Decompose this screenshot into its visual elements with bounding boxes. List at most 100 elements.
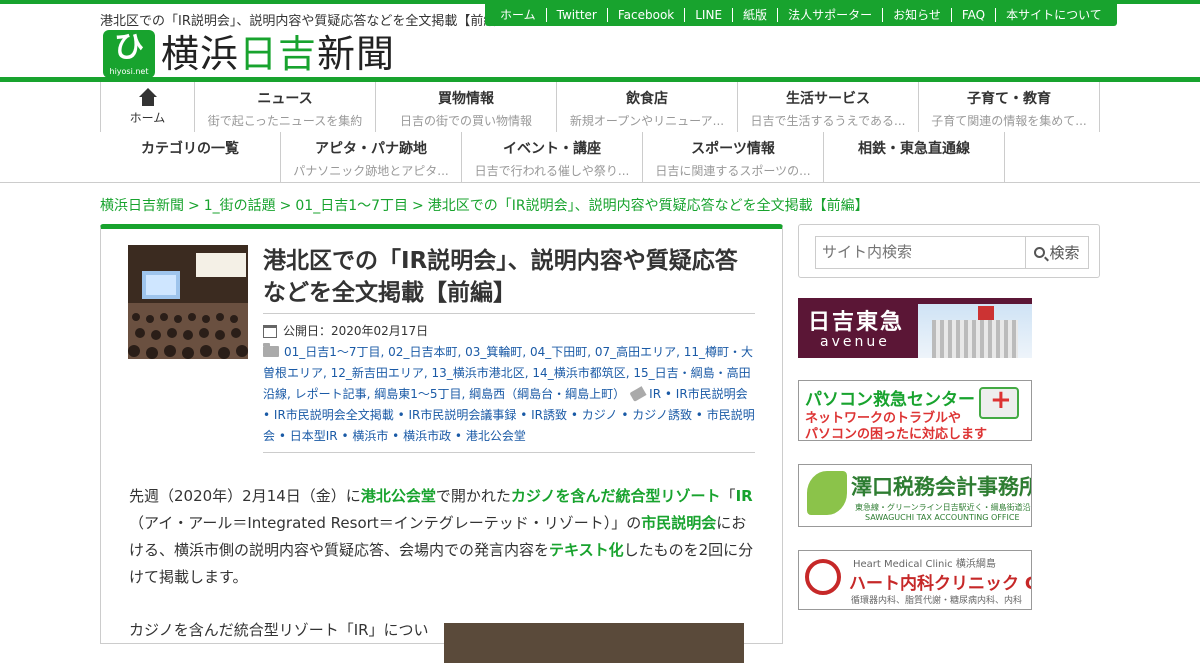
topnav-line[interactable]: LINE <box>685 8 734 22</box>
banner-hiyoshi-tokyu-avenue[interactable]: 日吉東急 avenue <box>798 298 1032 358</box>
logo-text: 横浜日吉新聞 <box>161 30 395 78</box>
article-title: 港北区での「IR説明会」、説明内容や質疑応答などを全文掲載【前編】 <box>263 245 755 314</box>
nav-item-home[interactable]: ホーム <box>100 82 195 132</box>
computer-first-aid-icon <box>979 385 1019 419</box>
article-taxonomy: 01_日吉1～7丁目, 02_日吉本町, 03_箕輪町, 04_下田町, 07_… <box>263 343 755 443</box>
nav-item-title: カテゴリの一覧 <box>141 141 239 157</box>
leaf-logo-icon <box>807 471 847 515</box>
logo-mark: ひ hiyosi.net <box>103 30 155 78</box>
logo-text-part2: 日吉 <box>239 32 318 76</box>
search-button[interactable]: 検索 <box>1025 236 1089 269</box>
article: 港北区での「IR説明会」、説明内容や質疑応答などを全文掲載【前編】 公開日：20… <box>100 224 783 663</box>
topnav-about[interactable]: 本サイトについて <box>996 8 1112 22</box>
site-header: 港北区での「IR説明会」、説明内容や質疑応答などを全文掲載【前編】 ホーム Tw… <box>0 0 1200 80</box>
nav-item-sub: 子育て関連の情報を集めて... <box>931 114 1087 128</box>
logo-text-part1: 横浜 <box>161 32 240 76</box>
breadcrumb-separator: > <box>188 198 200 214</box>
topnav-twitter[interactable]: Twitter <box>547 8 608 22</box>
banner-text: Heart Medical Clinic 横浜綱島 <box>853 559 996 570</box>
banner-sawaguchi-tax-office[interactable]: 澤口税務会計事務所 東急線・グリーンライン日吉駅近く・綱島街道沿い SAWAGU… <box>798 464 1032 527</box>
nav-item-news[interactable]: ニュース 街で起こったニュースを集約 <box>195 82 376 132</box>
article-meta: 公開日：2020年02月17日 01_日吉1～7丁目, 02_日吉本町, 03_… <box>263 321 755 453</box>
nav-item-sub: 新規オープンやリニューア... <box>569 114 725 128</box>
topnav-faq[interactable]: FAQ <box>952 8 997 22</box>
tag-link[interactable]: 港北公会堂 <box>466 429 526 443</box>
calendar-icon <box>263 325 277 338</box>
tag-link[interactable]: 日本型IR <box>290 429 338 443</box>
building-image <box>918 304 1032 358</box>
highlight-text: テキスト化 <box>549 541 624 559</box>
tag-link[interactable]: IR市民説明会議事録 <box>409 408 517 422</box>
nav-item-life-services[interactable]: 生活サービス 日吉で生活するうえである... <box>738 82 919 132</box>
nav-item-title: イベント・講座 <box>503 141 601 157</box>
tag-icon <box>629 386 647 402</box>
banner-text: avenue <box>820 334 890 350</box>
search-input[interactable] <box>815 236 1025 269</box>
site-tagline: 港北区での「IR説明会」、説明内容や質疑応答などを全文掲載【前編】 <box>100 14 495 29</box>
breadcrumb-current: 港北区での「IR説明会」、説明内容や質疑応答などを全文掲載【前編】 <box>427 198 869 214</box>
publish-date-text: 公開日：2020年02月17日 <box>283 324 429 338</box>
article-paragraph: 先週（2020年）2月14日（金）に港北公会堂で開かれたカジノを含んだ統合型リゾ… <box>129 487 754 586</box>
nav-item-title: スポーツ情報 <box>691 141 775 157</box>
banner-text: ハート内科クリニック GeN <box>849 574 1031 594</box>
nav-item-title: 生活サービス <box>786 91 870 107</box>
banner-text: 澤口税務会計事務所 <box>851 475 1032 499</box>
nav-item-restaurants[interactable]: 飲食店 新規オープンやリニューア... <box>557 82 738 132</box>
nav-item-home-label: ホーム <box>129 111 166 125</box>
topnav-corporate-supporter[interactable]: 法人サポーター <box>778 8 884 22</box>
breadcrumb-home[interactable]: 横浜日吉新聞 <box>100 198 184 214</box>
tag-link[interactable]: 横浜市政 <box>403 429 451 443</box>
highlight-text: カジノを含んだ統合型リゾート <box>510 487 721 505</box>
breadcrumb-category[interactable]: 1_街の話題 <box>204 198 276 214</box>
tag-link[interactable]: IR市民説明会 <box>676 387 748 401</box>
tag-link[interactable]: カジノ <box>582 408 618 422</box>
main-nav: ホーム ニュース 街で起こったニュースを集約 買物情報 日吉の街での買い物情報 … <box>0 82 1200 183</box>
nav-item-shopping[interactable]: 買物情報 日吉の街での買い物情報 <box>376 82 557 132</box>
nav-row-2: カテゴリの一覧 アピタ・パナ跡地 パナソニック跡地とアピタ... イベント・講座… <box>100 132 1005 182</box>
nav-item-sub: 日吉で行われる催しや祭り... <box>474 164 630 178</box>
nav-item-title: ニュース <box>257 91 313 107</box>
nav-item-title: 相鉄・東急直通線 <box>858 141 970 157</box>
topnav-home[interactable]: ホーム <box>490 8 547 22</box>
topnav-news[interactable]: お知らせ <box>883 8 952 22</box>
breadcrumb-subcategory[interactable]: 01_日吉1～7丁目 <box>295 198 408 214</box>
tag-link[interactable]: カジノ誘致 <box>632 408 692 422</box>
breadcrumb-separator: > <box>412 198 424 214</box>
breadcrumb-separator: > <box>279 198 292 214</box>
logo-domain: hiyosi.net <box>109 67 149 76</box>
nav-item-title: 買物情報 <box>438 91 494 107</box>
publish-date: 公開日：2020年02月17日 <box>263 321 755 342</box>
folder-icon <box>263 343 279 357</box>
nav-item-title: 飲食店 <box>626 91 668 107</box>
banner-pc-emergency-center[interactable]: パソコン救急センター ネットワークのトラブルや パソコンの困ったに対応します <box>798 380 1032 441</box>
nav-item-sotetsu-tokyu[interactable]: 相鉄・東急直通線 <box>824 132 1005 182</box>
nav-item-sub: 日吉で生活するうえである... <box>750 114 906 128</box>
nav-item-sub: 日吉に関連するスポーツの... <box>655 164 811 178</box>
heart-logo-icon <box>805 559 841 595</box>
home-icon <box>138 88 157 106</box>
logo-mark-glyph: ひ <box>114 30 144 65</box>
nav-row-1: ホーム ニュース 街で起こったニュースを集約 買物情報 日吉の街での買い物情報 … <box>100 82 1100 132</box>
tag-link[interactable]: IR誘致 <box>531 408 567 422</box>
banner-heart-clinic-gen[interactable]: Heart Medical Clinic 横浜綱島 ハート内科クリニック GeN… <box>798 550 1032 610</box>
nav-item-childcare-education[interactable]: 子育て・教育 子育て関連の情報を集めて... <box>919 82 1100 132</box>
tag-link[interactable]: IR市民説明会全文掲載 <box>274 408 394 422</box>
tag-link[interactable]: 横浜市 <box>352 429 388 443</box>
banner-text: SAWAGUCHI TAX ACCOUNTING OFFICE <box>865 513 1020 522</box>
tag-link[interactable]: IR <box>649 387 661 401</box>
highlight-text: IR <box>735 487 753 505</box>
site-logo[interactable]: ひ hiyosi.net 横浜日吉新聞 <box>103 30 395 78</box>
banner-text: 東急線・グリーンライン日吉駅近く・綱島街道沿い <box>855 503 1032 512</box>
topnav-paper[interactable]: 紙版 <box>733 8 779 22</box>
nav-item-sports[interactable]: スポーツ情報 日吉に関連するスポーツの... <box>643 132 824 182</box>
nav-item-apita-pana[interactable]: アピタ・パナ跡地 パナソニック跡地とアピタ... <box>281 132 462 182</box>
top-nav: ホーム Twitter Facebook LINE 紙版 法人サポーター お知ら… <box>485 4 1117 26</box>
nav-item-title: アピタ・パナ跡地 <box>315 141 427 157</box>
nav-item-category-list[interactable]: カテゴリの一覧 <box>100 132 281 182</box>
logo-text-part3: 新聞 <box>317 32 396 76</box>
search-icon <box>1034 247 1046 258</box>
nav-item-events[interactable]: イベント・講座 日吉で行われる催しや祭り... <box>462 132 643 182</box>
topnav-facebook[interactable]: Facebook <box>608 8 686 22</box>
sidebar-search: 検索 <box>798 224 1100 278</box>
nav-item-sub: 日吉の街での買い物情報 <box>399 114 532 128</box>
